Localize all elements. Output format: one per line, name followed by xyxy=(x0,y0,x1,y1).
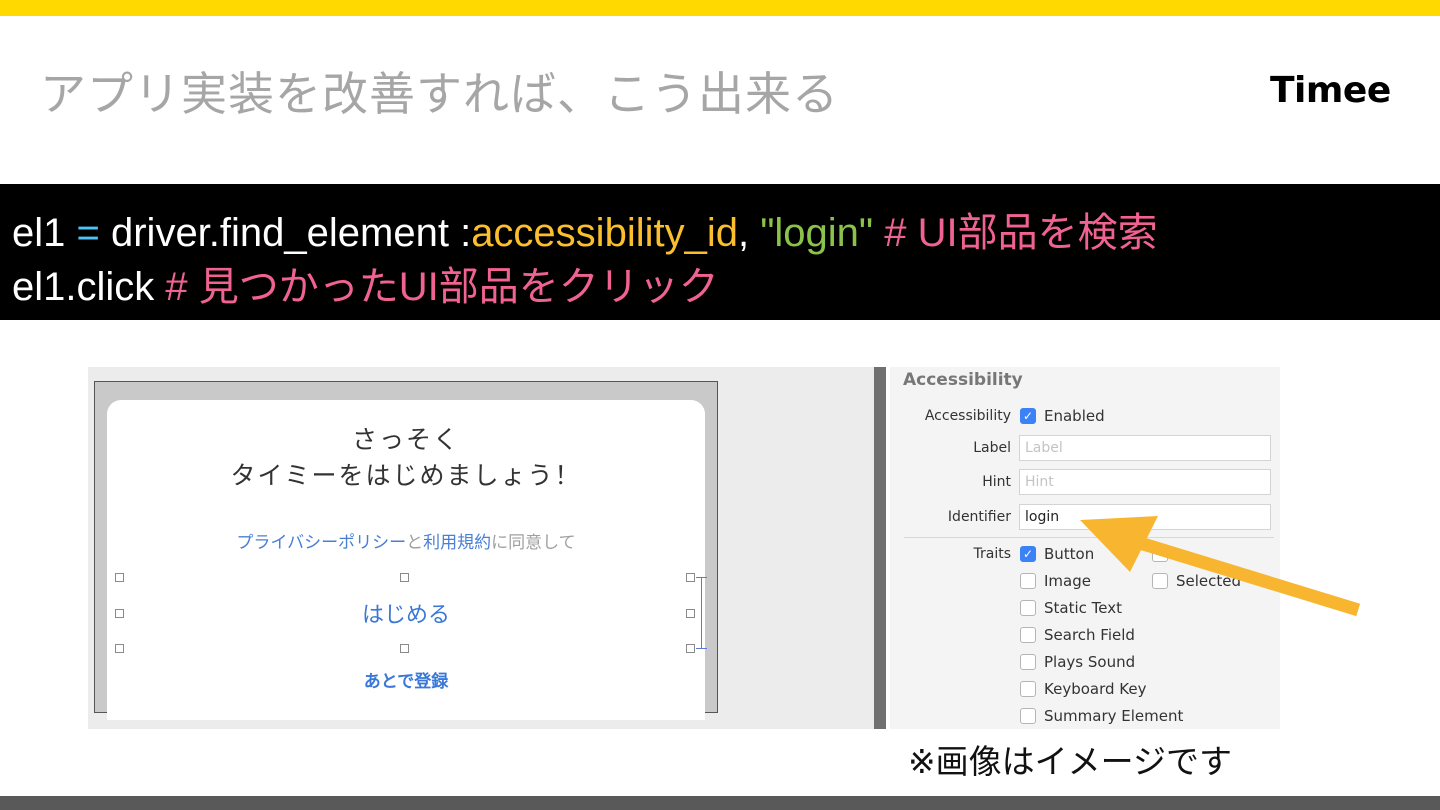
arrow-shaft xyxy=(1121,531,1361,617)
image-disclaimer: ※画像はイメージです xyxy=(908,742,1232,781)
highlight-arrow xyxy=(1080,516,1361,617)
bottom-bar xyxy=(0,796,1440,810)
